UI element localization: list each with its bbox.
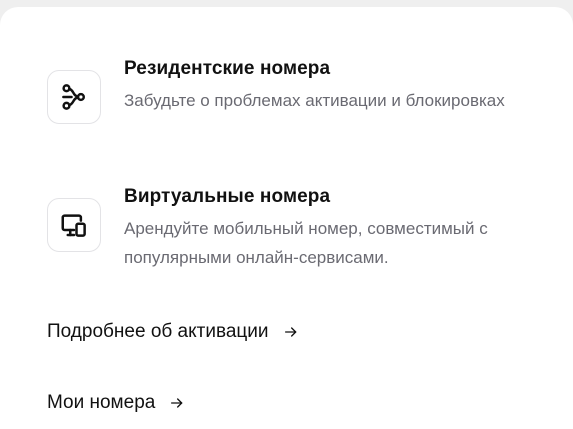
arrow-right-icon (283, 324, 299, 340)
feature-icon-box (47, 198, 101, 252)
feature-title: Виртуальные номера (124, 186, 331, 207)
feature-text: Виртуальные номера Арендуйте мобильный н… (124, 185, 554, 272)
arrow-right-icon (169, 395, 185, 411)
link-label: Подробнее об активации (47, 321, 269, 342)
feature-description: Забудьте о проблемах активации и блокиро… (124, 91, 505, 110)
link-label: Мои номера (47, 392, 156, 413)
feature-icon-box (47, 70, 101, 124)
my-numbers-link[interactable]: Мои номера (47, 391, 185, 415)
devices-icon (61, 214, 86, 237)
feature-text: Резидентские номера Забудьте о проблемах… (124, 57, 554, 115)
feature-description: Арендуйте мобильный номер, совместимый с… (124, 219, 488, 267)
network-nodes-icon (62, 84, 85, 110)
content-panel: Резидентские номера Забудьте о проблемах… (0, 7, 573, 429)
feature-virtual-numbers[interactable]: Виртуальные номера Арендуйте мобильный н… (47, 185, 554, 272)
feature-title: Резидентские номера (124, 58, 331, 79)
activation-info-link[interactable]: Подробнее об активации (47, 320, 299, 344)
feature-residential-numbers[interactable]: Резидентские номера Забудьте о проблемах… (47, 57, 554, 124)
